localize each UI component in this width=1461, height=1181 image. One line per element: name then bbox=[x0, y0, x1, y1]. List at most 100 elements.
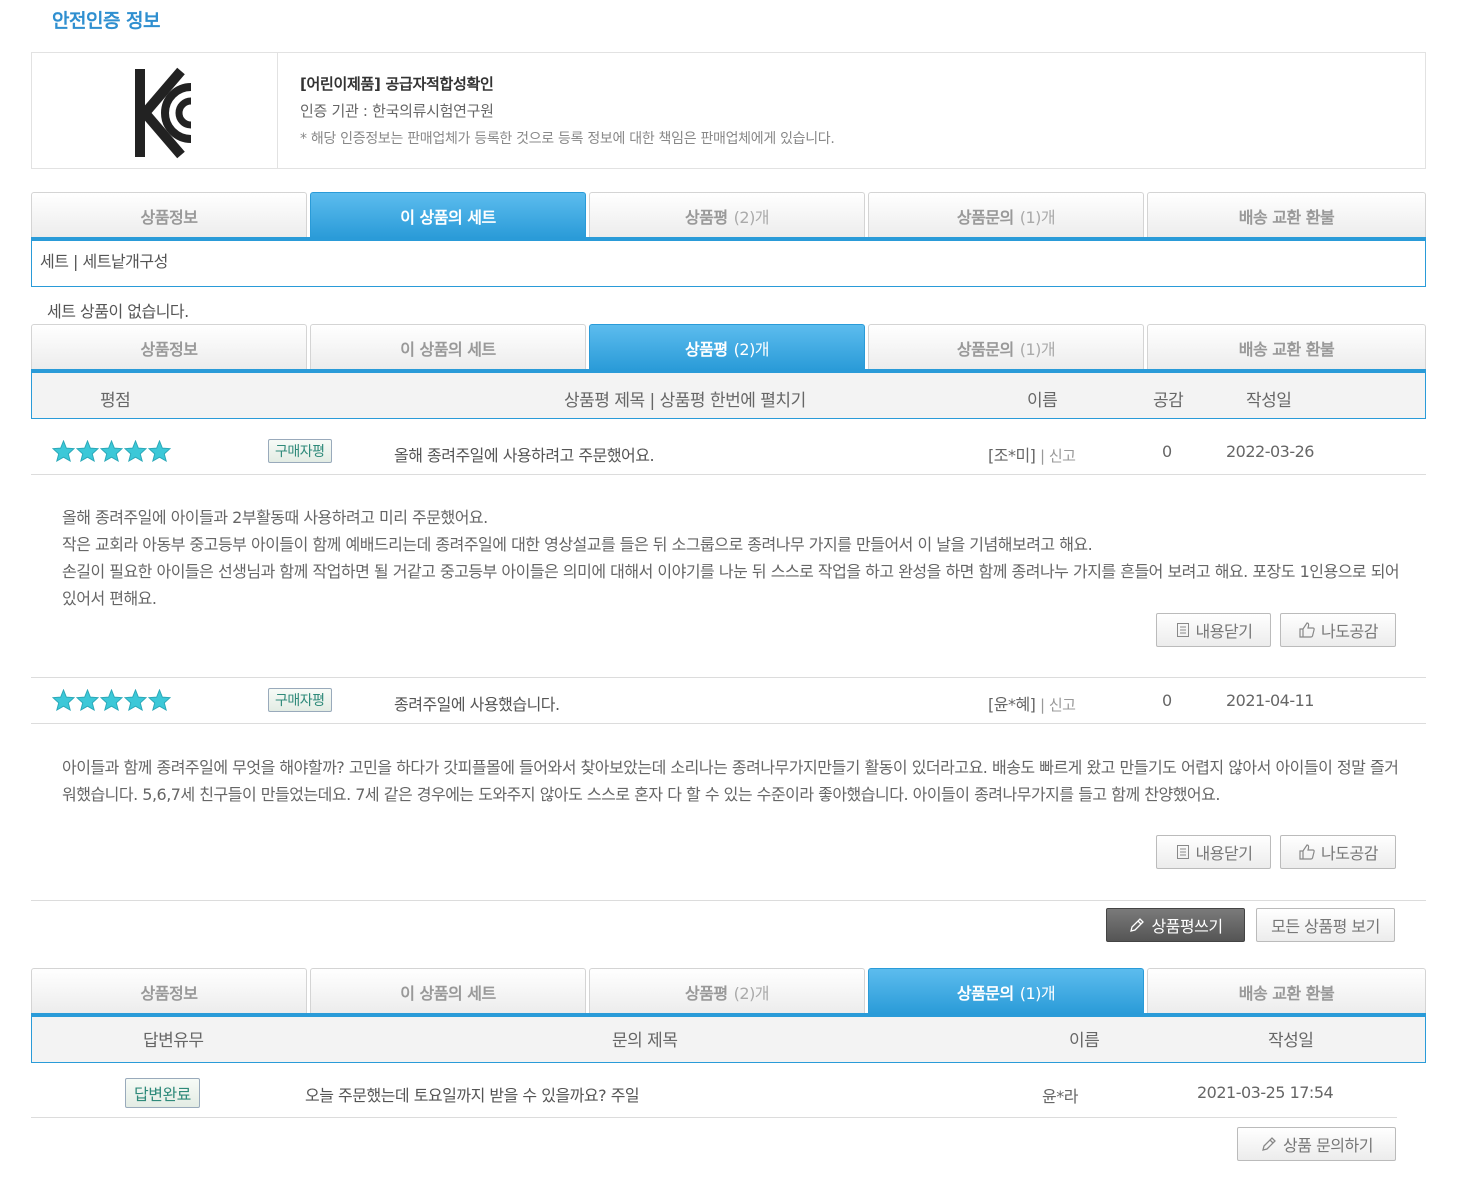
tab-product-info[interactable]: 상품정보 bbox=[31, 324, 307, 370]
document-icon bbox=[1176, 845, 1189, 859]
pencil-icon bbox=[1262, 1137, 1276, 1151]
header-date: 작성일 bbox=[1246, 391, 1292, 411]
set-breadcrumb: 세트 | 세트낱개구성 bbox=[40, 252, 168, 271]
tab-reviews[interactable]: 상품평 (2)개 bbox=[589, 968, 865, 1014]
header-likes: 공감 bbox=[1153, 391, 1184, 411]
tab-count: (1)개 bbox=[1019, 983, 1056, 1003]
cert-name: [어린이제품] 공급자적합성확인 bbox=[300, 75, 494, 93]
divider bbox=[31, 474, 1426, 475]
tab-product-info[interactable]: 상품정보 bbox=[31, 192, 307, 238]
tabbar-qna: 상품정보 이 상품의 세트 상품평 (2)개 상품문의 (1)개 배송 교환 환불 bbox=[31, 968, 1426, 1016]
divider bbox=[31, 677, 1426, 678]
header-name: 이름 bbox=[1027, 391, 1058, 411]
close-content-button[interactable]: 내용닫기 bbox=[1156, 835, 1271, 869]
answered-badge: 답변완료 bbox=[125, 1078, 200, 1108]
safety-cert-title: 안전인증 정보 bbox=[52, 10, 161, 32]
tab-label: 이 상품의 세트 bbox=[400, 339, 496, 359]
review-body-line: 올해 종려주일에 아이들과 2부활동때 사용하려고 미리 주문했어요. bbox=[62, 508, 488, 527]
report-link[interactable]: 신고 bbox=[1049, 447, 1076, 465]
qna-date: 2021-03-25 17:54 bbox=[1197, 1083, 1334, 1102]
like-too-button[interactable]: 나도공감 bbox=[1280, 613, 1396, 647]
review-sep: | bbox=[1040, 447, 1049, 465]
ask-question-button[interactable]: 상품 문의하기 bbox=[1237, 1127, 1396, 1161]
tab-label: 상품정보 bbox=[140, 339, 198, 359]
tab-count: (2)개 bbox=[733, 339, 770, 359]
tab-count: (2)개 bbox=[733, 207, 770, 227]
review-sep: | bbox=[1040, 696, 1049, 714]
tab-label: 배송 교환 환불 bbox=[1238, 339, 1335, 359]
tab-label: 배송 교환 환불 bbox=[1238, 983, 1335, 1003]
star-rating bbox=[52, 689, 171, 711]
review-body-line: 손길이 필요한 아이들은 선생님과 함께 작업하면 될 거같고 중고등부 아이들… bbox=[62, 562, 1400, 608]
tab-label: 상품평 bbox=[684, 983, 728, 1003]
close-content-label: 내용닫기 bbox=[1195, 844, 1253, 863]
tab-set[interactable]: 이 상품의 세트 bbox=[310, 968, 586, 1014]
tab-reviews[interactable]: 상품평 (2)개 bbox=[589, 192, 865, 238]
report-link[interactable]: 신고 bbox=[1049, 696, 1076, 714]
star-icon bbox=[52, 689, 75, 711]
tab-label: 상품정보 bbox=[140, 207, 198, 227]
document-icon bbox=[1176, 623, 1189, 637]
like-too-label: 나도공감 bbox=[1321, 844, 1378, 863]
review-title[interactable]: 종려주일에 사용했습니다. bbox=[394, 691, 560, 715]
qna-header: 답변유무 문의 제목 이름 작성일 bbox=[31, 1013, 1426, 1063]
close-content-button[interactable]: 내용닫기 bbox=[1156, 613, 1271, 647]
cert-box: [어린이제품] 공급자적합성확인 인증 기관 : 한국의류시험연구원 * 해당 … bbox=[31, 52, 1426, 169]
tab-shipping[interactable]: 배송 교환 환불 bbox=[1147, 192, 1426, 238]
star-icon bbox=[124, 689, 147, 711]
star-icon bbox=[100, 440, 123, 462]
buyer-review-badge: 구매자평 bbox=[268, 688, 332, 712]
ask-question-label: 상품 문의하기 bbox=[1283, 1136, 1373, 1155]
tab-product-info[interactable]: 상품정보 bbox=[31, 968, 307, 1014]
review-title[interactable]: 올해 종려주일에 사용하려고 주문했어요. bbox=[394, 442, 655, 466]
thumbs-up-icon bbox=[1299, 844, 1315, 860]
tab-qna[interactable]: 상품문의 (1)개 bbox=[868, 192, 1144, 238]
tab-label: 상품정보 bbox=[140, 983, 198, 1003]
tab-reviews[interactable]: 상품평 (2)개 bbox=[589, 324, 865, 370]
star-icon bbox=[52, 440, 75, 462]
tab-label: 상품문의 bbox=[956, 983, 1014, 1003]
tab-set[interactable]: 이 상품의 세트 bbox=[310, 192, 586, 238]
cert-logo-cell bbox=[32, 53, 278, 168]
tab-label: 이 상품의 세트 bbox=[400, 207, 496, 227]
review-body-line: 작은 교회라 아동부 중고등부 아이들이 함께 예배드리는데 종려주일에 대한 … bbox=[62, 535, 1093, 554]
header-review-title[interactable]: 상품평 제목 | 상품평 한번에 펼치기 bbox=[564, 386, 806, 411]
qna-title[interactable]: 오늘 주문했는데 토요일까지 받을 수 있을까요? 주일 bbox=[305, 1082, 640, 1106]
tab-label: 이 상품의 세트 bbox=[400, 983, 496, 1003]
review-header: 평점 상품평 제목 | 상품평 한번에 펼치기 이름 공감 작성일 bbox=[31, 369, 1426, 419]
divider bbox=[31, 1117, 1397, 1118]
star-icon bbox=[76, 440, 99, 462]
star-icon bbox=[76, 689, 99, 711]
review-body-line: 아이들과 함께 종려주일에 무엇을 해야할까? 고민을 하다가 갓피플몰에 들어… bbox=[62, 758, 1399, 804]
tab-label: 상품문의 bbox=[956, 339, 1014, 359]
tab-set[interactable]: 이 상품의 세트 bbox=[310, 324, 586, 370]
review-body: 아이들과 함께 종려주일에 무엇을 해야할까? 고민을 하다가 갓피플몰에 들어… bbox=[62, 754, 1402, 808]
star-icon bbox=[148, 440, 171, 462]
review-author-meta: [조*미] | 신고 bbox=[988, 442, 1076, 466]
review-date: 2021-04-11 bbox=[1226, 691, 1314, 710]
review-body: 올해 종려주일에 아이들과 2부활동때 사용하려고 미리 주문했어요. 작은 교… bbox=[62, 504, 1402, 612]
like-too-button[interactable]: 나도공감 bbox=[1280, 835, 1396, 869]
write-review-label: 상품평쓰기 bbox=[1151, 917, 1223, 936]
all-reviews-button[interactable]: 모든 상품평 보기 bbox=[1256, 908, 1395, 942]
review-likes: 0 bbox=[1162, 691, 1172, 710]
star-icon bbox=[148, 689, 171, 711]
tab-count: (2)개 bbox=[733, 983, 770, 1003]
tab-shipping[interactable]: 배송 교환 환불 bbox=[1147, 968, 1426, 1014]
tab-qna[interactable]: 상품문의 (1)개 bbox=[868, 968, 1144, 1014]
tab-qna[interactable]: 상품문의 (1)개 bbox=[868, 324, 1144, 370]
like-too-label: 나도공감 bbox=[1321, 622, 1378, 641]
all-reviews-label: 모든 상품평 보기 bbox=[1271, 917, 1380, 936]
tab-shipping[interactable]: 배송 교환 환불 bbox=[1147, 324, 1426, 370]
write-review-button[interactable]: 상품평쓰기 bbox=[1106, 908, 1245, 942]
thumbs-up-icon bbox=[1299, 622, 1315, 638]
tab-count: (1)개 bbox=[1019, 207, 1056, 227]
header-date: 작성일 bbox=[1268, 1031, 1314, 1051]
star-rating bbox=[52, 440, 171, 462]
tab-count: (1)개 bbox=[1019, 339, 1056, 359]
buyer-review-badge: 구매자평 bbox=[268, 439, 332, 463]
tab-label: 상품문의 bbox=[956, 207, 1014, 227]
review-author: [윤*혜] bbox=[988, 695, 1036, 714]
qna-name: 윤*라 bbox=[1042, 1087, 1078, 1106]
tabbar-reviews: 상품정보 이 상품의 세트 상품평 (2)개 상품문의 (1)개 배송 교환 환불 bbox=[31, 324, 1426, 372]
